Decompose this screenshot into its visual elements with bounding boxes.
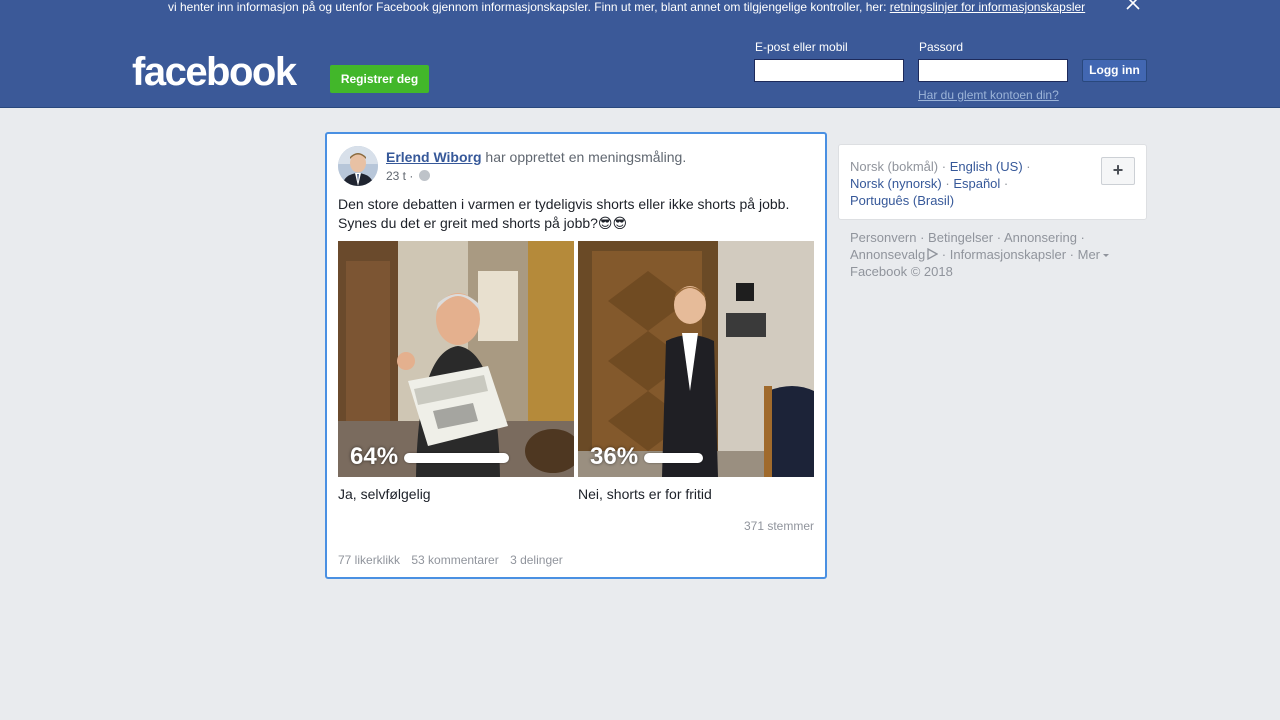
language-link[interactable]: Español [953, 176, 1000, 191]
language-selector: Norsk (bokmål) · English (US) · Norsk (n… [838, 144, 1147, 220]
poll-option-no[interactable]: 36% [578, 241, 814, 477]
post-header: Erlend Wiborg har opprettet en meningsmå… [386, 149, 686, 165]
post-stats: 77 likerklikk 53 kommentarer 3 delinger [338, 553, 571, 567]
poll-percent: 64% [350, 443, 399, 470]
forgot-account-link[interactable]: Har du glemt kontoen din? [918, 88, 1059, 102]
email-field[interactable] [754, 59, 904, 82]
language-link[interactable]: Norsk (nynorsk) [850, 176, 942, 191]
post-text: Den store debatten i varmen er tydeligvi… [338, 195, 818, 233]
shares-count[interactable]: 3 delinger [510, 553, 563, 567]
cookie-policy-link[interactable]: retningslinjer for informasjonskapsler [890, 0, 1085, 14]
language-list: Norsk (bokmål) · English (US) · Norsk (n… [850, 159, 1031, 208]
language-link[interactable]: English (US) [950, 159, 1023, 174]
ad-choices-icon [927, 247, 939, 261]
cookie-banner: vi henter inn informasjon på og utenfor … [0, 0, 1280, 26]
footer-link[interactable]: Betingelser [928, 230, 993, 245]
plus-icon[interactable]: + [1101, 157, 1135, 185]
comments-count[interactable]: 53 kommentarer [411, 553, 498, 567]
poll-option-label[interactable]: Ja, selvfølgelig [338, 486, 431, 502]
login-button[interactable]: Logg inn [1082, 59, 1147, 82]
poll-option-yes[interactable]: 64% [338, 241, 574, 477]
email-label: E-post eller mobil [755, 40, 848, 54]
poll-option-no-photo [578, 241, 814, 477]
language-link[interactable]: Português (Brasil) [850, 193, 954, 208]
post-meta: 23 t · [386, 169, 430, 183]
footer-links: Personvern · Betingelser · Annonsering ·… [850, 229, 1140, 280]
footer-link[interactable]: Annonsering [1004, 230, 1077, 245]
post-text-line: Synes du det er greit med shorts på jobb… [338, 215, 628, 231]
post-text-line: Den store debatten i varmen er tydeligvi… [338, 196, 790, 212]
avatar[interactable] [338, 146, 378, 186]
register-button[interactable]: Registrer deg [330, 65, 429, 93]
vote-count[interactable]: 371 stemmer [744, 519, 814, 533]
password-field[interactable] [918, 59, 1068, 82]
poll-option-yes-photo [338, 241, 574, 477]
close-icon[interactable] [1124, 0, 1142, 12]
poll-post: Erlend Wiborg har opprettet en meningsmå… [325, 132, 827, 579]
poll-result-bar [644, 453, 703, 463]
post-action: har opprettet en meningsmåling. [481, 149, 687, 165]
current-language: Norsk (bokmål) [850, 159, 939, 174]
copyright: Facebook © 2018 [850, 264, 953, 279]
cookie-text: vi henter inn informasjon på og utenfor … [168, 0, 1085, 14]
cookie-message: vi henter inn informasjon på og utenfor … [168, 0, 890, 14]
footer-link[interactable]: Annonsevalg [850, 247, 925, 262]
footer-link[interactable]: Personvern [850, 230, 916, 245]
caret-down-icon[interactable] [1102, 251, 1110, 259]
globe-icon [418, 170, 430, 181]
likes-count[interactable]: 77 likerklikk [338, 553, 400, 567]
facebook-logo[interactable]: facebook [132, 48, 297, 96]
poll-result-bar [404, 453, 509, 463]
poll-percent: 36% [590, 443, 639, 470]
footer-link[interactable]: Mer [1078, 247, 1100, 262]
post-timestamp[interactable]: 23 t · [386, 169, 417, 183]
poll-option-label[interactable]: Nei, shorts er for fritid [578, 486, 712, 502]
password-label: Passord [919, 40, 964, 54]
footer-link[interactable]: Informasjonskapsler [950, 247, 1066, 262]
author-name[interactable]: Erlend Wiborg [386, 149, 482, 165]
top-header: facebook Registrer deg E-post eller mobi… [0, 26, 1280, 108]
